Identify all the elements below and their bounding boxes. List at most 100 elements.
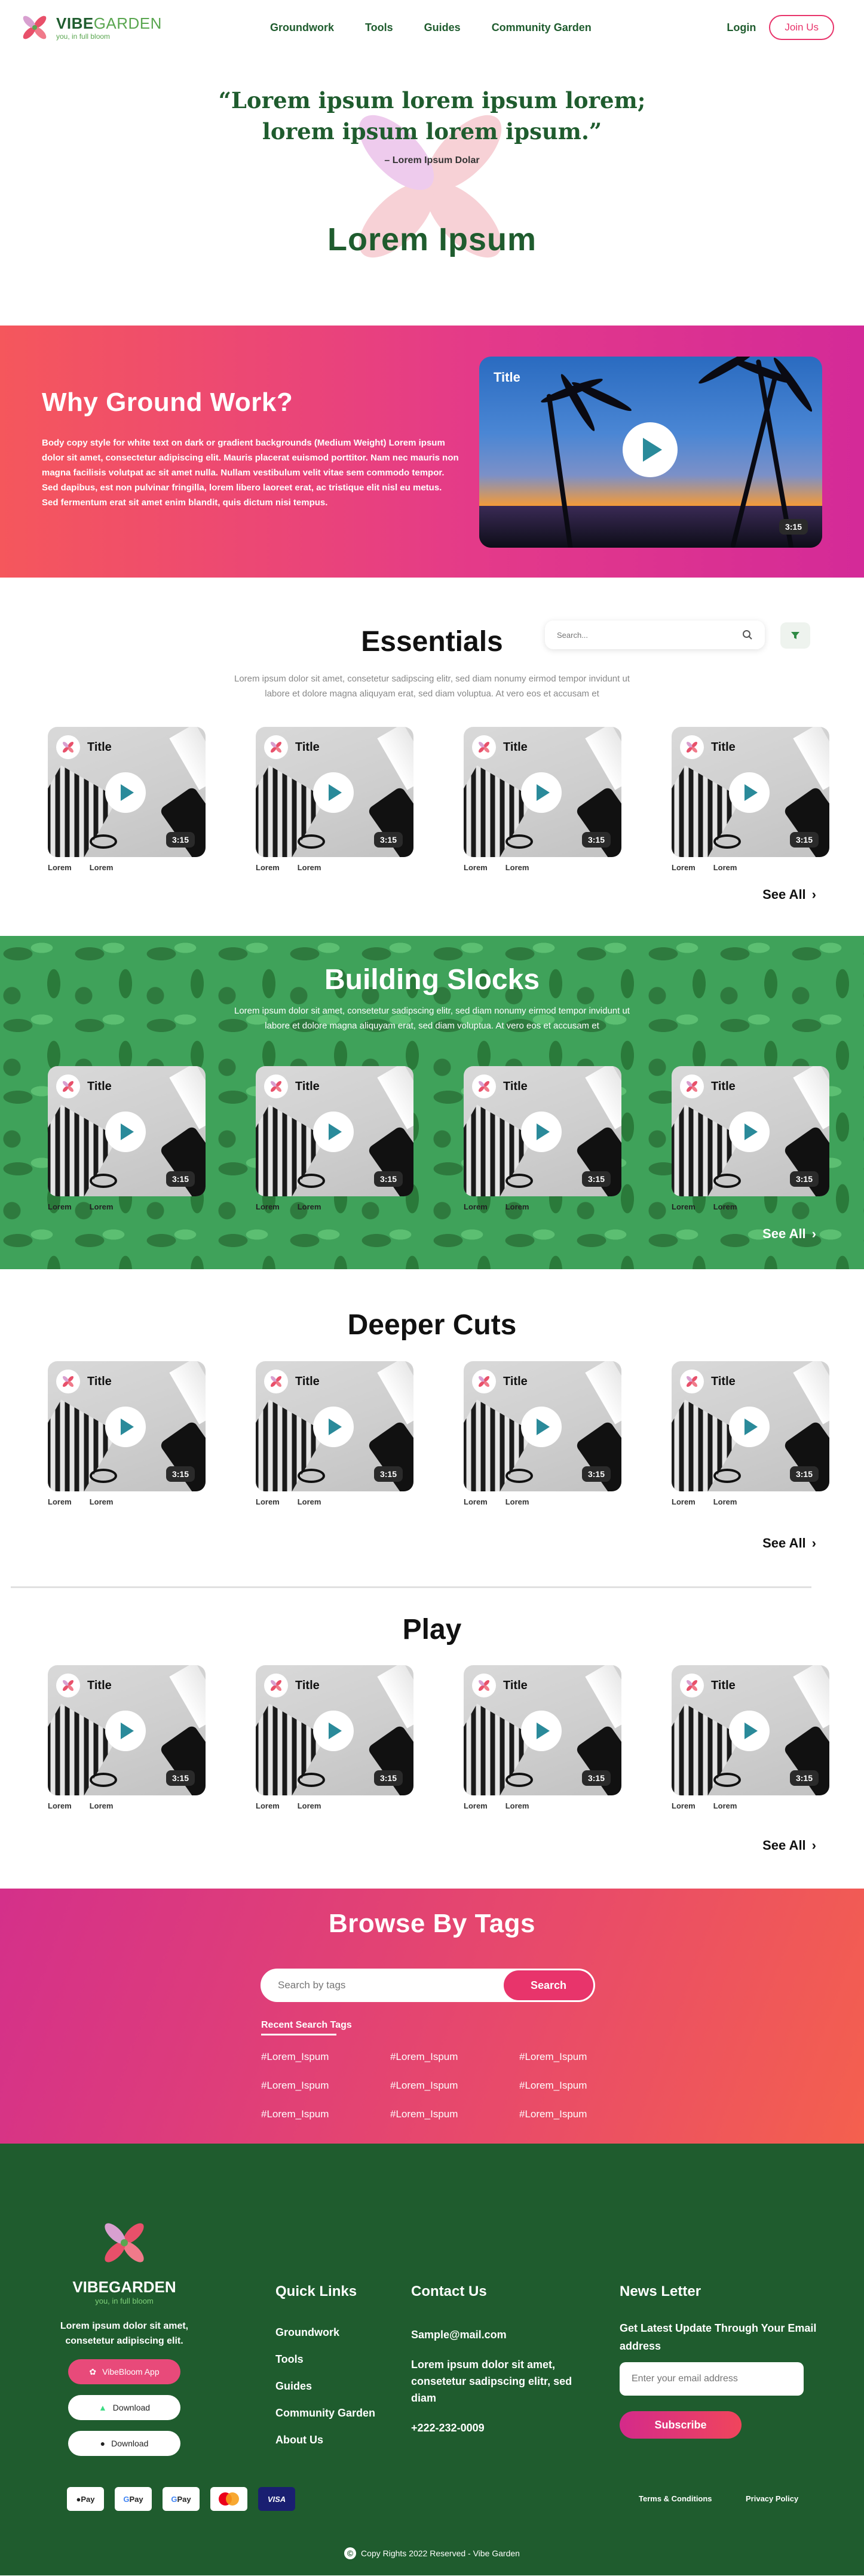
play-button[interactable]: [105, 1711, 146, 1751]
video-card[interactable]: Title 3:15 Lorem Lorem: [256, 727, 413, 872]
video-card[interactable]: Title 3:15 Lorem Lorem: [464, 1361, 621, 1506]
play-button[interactable]: [105, 772, 146, 813]
play-see-all[interactable]: See All ›: [762, 1838, 816, 1853]
privacy-link[interactable]: Privacy Policy: [746, 2494, 798, 2503]
play-icon: [643, 438, 662, 462]
join-us-button[interactable]: Join Us: [769, 15, 834, 40]
video-card[interactable]: Title 3:15 Lorem Lorem: [672, 727, 829, 872]
play-button[interactable]: [313, 1711, 354, 1751]
footer-link-about-us[interactable]: About Us: [275, 2434, 375, 2446]
footer-link-groundwork[interactable]: Groundwork: [275, 2326, 375, 2339]
tag-chip[interactable]: #Lorem_Ispum: [390, 2108, 519, 2120]
deeper-see-all[interactable]: See All ›: [762, 1536, 816, 1551]
tag-chip[interactable]: #Lorem_Ispum: [390, 2080, 519, 2092]
nav-link-community-garden[interactable]: Community Garden: [492, 22, 592, 34]
tag-search-input[interactable]: [262, 1979, 501, 1991]
play-button[interactable]: [521, 1112, 562, 1152]
tag-chip[interactable]: #Lorem_Ispum: [261, 2051, 390, 2063]
video-card[interactable]: Title 3:15 Lorem Lorem: [48, 727, 206, 872]
building-see-all[interactable]: See All ›: [762, 1226, 816, 1242]
nav-link-guides[interactable]: Guides: [424, 22, 461, 34]
filter-button[interactable]: [780, 622, 810, 649]
video-card[interactable]: Title 3:15 Lorem Lorem: [48, 1665, 206, 1810]
video-card[interactable]: Title 3:15 Lorem Lorem: [464, 1066, 621, 1211]
flower-logo-icon: [23, 16, 47, 39]
tag-chip[interactable]: #Lorem_Ispum: [519, 2080, 648, 2092]
google-play-download-button[interactable]: ▲ Download: [68, 2395, 180, 2420]
contact-email[interactable]: Sample@mail.com: [411, 2326, 596, 2343]
quote-line-1: “Lorem ipsum lorem ipsum lorem;: [218, 87, 646, 113]
newsletter-column: News Letter Get Latest Update Through Yo…: [620, 2283, 835, 2439]
video-card[interactable]: Title 3:15 Lorem Lorem: [256, 1665, 413, 1810]
essentials-search-input[interactable]: [557, 630, 712, 640]
login-link[interactable]: Login: [727, 22, 756, 34]
play-button[interactable]: [623, 422, 678, 477]
play-button[interactable]: [729, 1711, 770, 1751]
terms-link[interactable]: Terms & Conditions: [639, 2494, 712, 2503]
card-meta: Lorem: [713, 1202, 737, 1211]
contact-phone[interactable]: +222-232-0009: [411, 2420, 596, 2436]
play-button[interactable]: [729, 1407, 770, 1447]
play-button[interactable]: [521, 1407, 562, 1447]
video-duration: 3:15: [166, 1171, 195, 1187]
card-title: Title: [87, 741, 112, 754]
subscribe-button[interactable]: Subscribe: [620, 2411, 742, 2439]
tag-chip[interactable]: #Lorem_Ispum: [261, 2108, 390, 2120]
footer-link-community-garden[interactable]: Community Garden: [275, 2407, 375, 2420]
tag-search-bar[interactable]: Search: [261, 1969, 595, 2002]
play-button[interactable]: [521, 772, 562, 813]
deeper-cuts-section: Deeper Cuts Title 3:15 Lorem Lorem Title 3:1…: [0, 1269, 864, 1588]
featured-video[interactable]: Title 3:15: [479, 357, 822, 548]
video-card[interactable]: Title 3:15 Lorem Lorem: [256, 1361, 413, 1506]
video-card[interactable]: Title 3:15 Lorem Lorem: [672, 1066, 829, 1211]
tag-chip[interactable]: #Lorem_Ispum: [390, 2051, 519, 2063]
tag-chip[interactable]: #Lorem_Ispum: [261, 2080, 390, 2092]
essentials-search[interactable]: [545, 621, 765, 649]
footer-link-tools[interactable]: Tools: [275, 2353, 375, 2366]
video-card[interactable]: Title 3:15 Lorem Lorem: [256, 1066, 413, 1211]
tag-search-button[interactable]: Search: [504, 1970, 593, 2000]
video-card[interactable]: Title 3:15 Lorem Lorem: [672, 1665, 829, 1810]
card-title: Title: [87, 1375, 112, 1388]
nav-link-tools[interactable]: Tools: [365, 22, 393, 34]
play-button[interactable]: [729, 772, 770, 813]
card-meta: Lorem: [672, 1497, 696, 1506]
card-title: Title: [295, 741, 320, 754]
footer-logo-garden: GARDEN: [109, 2278, 176, 2296]
nav-link-groundwork[interactable]: Groundwork: [270, 22, 334, 34]
featured-video-title: Title: [494, 370, 520, 385]
card-meta: Lorem: [505, 863, 529, 872]
card-meta: Lorem: [297, 1801, 321, 1810]
search-icon[interactable]: [742, 630, 753, 640]
play-button[interactable]: [313, 1112, 354, 1152]
tag-chip[interactable]: #Lorem_Ispum: [519, 2108, 648, 2120]
app-store-download-button[interactable]: ● Download: [68, 2431, 180, 2456]
video-card[interactable]: Title 3:15 Lorem Lorem: [672, 1361, 829, 1506]
video-card[interactable]: Title 3:15 Lorem Lorem: [464, 727, 621, 872]
footer-link-guides[interactable]: Guides: [275, 2380, 375, 2393]
play-button[interactable]: [313, 1407, 354, 1447]
site-logo[interactable]: VIBEGARDEN you, in full bloom: [18, 11, 162, 44]
play-button[interactable]: [521, 1711, 562, 1751]
essentials-see-all[interactable]: See All ›: [762, 887, 816, 902]
play-button[interactable]: [105, 1112, 146, 1152]
why-groundwork-section: Why Ground Work? Body copy style for whi…: [0, 326, 864, 578]
building-title: Building Slocks: [324, 964, 540, 996]
video-card[interactable]: Title 3:15 Lorem Lorem: [48, 1066, 206, 1211]
flower-avatar-icon: [472, 1370, 496, 1393]
video-card[interactable]: Title 3:15 Lorem Lorem: [48, 1361, 206, 1506]
flower-icon: ✿: [89, 2366, 97, 2377]
copyright-bar: © Copy Rights 2022 Reserved - Vibe Garde…: [0, 2547, 864, 2559]
vibebloom-app-button[interactable]: ✿ VibeBloom App: [68, 2359, 180, 2384]
video-card[interactable]: Title 3:15 Lorem Lorem: [464, 1665, 621, 1810]
tag-chip[interactable]: #Lorem_Ispum: [519, 2051, 648, 2063]
card-meta: Lorem: [505, 1801, 529, 1810]
play-button[interactable]: [729, 1112, 770, 1152]
newsletter-email-input[interactable]: [620, 2362, 804, 2396]
play-button[interactable]: [313, 772, 354, 813]
see-all-label: See All: [762, 1536, 806, 1550]
g-glyph-icon: G: [123, 2494, 130, 2504]
why-title: Why Ground Work?: [42, 388, 293, 417]
play-button[interactable]: [105, 1407, 146, 1447]
card-meta: Lorem: [256, 1202, 280, 1211]
